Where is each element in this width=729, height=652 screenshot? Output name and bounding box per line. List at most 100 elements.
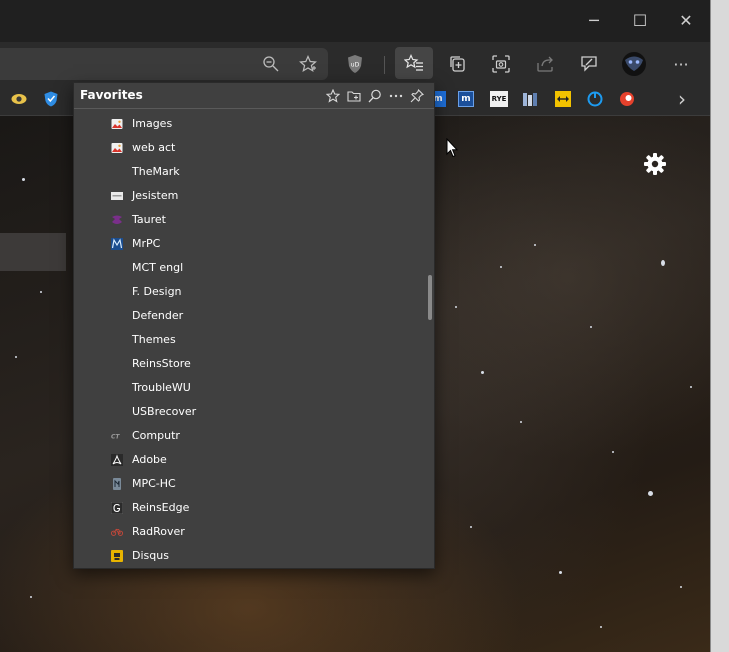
adobe-icon (111, 454, 123, 466)
rye-icon[interactable]: RYE (490, 91, 508, 107)
settings-button[interactable] (643, 152, 667, 176)
favorite-item[interactable]: CT Computr (74, 424, 424, 448)
browser-toolbar: uD ··· (0, 42, 710, 84)
ublock-origin-icon[interactable]: uD (340, 51, 370, 77)
star-dot (534, 244, 536, 246)
star-dot (40, 291, 42, 293)
bike-icon (111, 526, 123, 538)
favorite-label: web act (132, 141, 176, 154)
favorites-bar-next-button[interactable]: › (675, 87, 689, 111)
flyout-title: Favorites (80, 88, 143, 102)
maximize-button[interactable]: ☐ (617, 0, 663, 40)
flyout-header: Favorites (74, 83, 434, 109)
favorite-item[interactable]: F. Design (74, 280, 424, 304)
ublock-label: uD (351, 62, 360, 69)
mrpc-icon (111, 238, 123, 250)
minimize-button[interactable]: ─ (571, 0, 617, 40)
more-options-flyout-button[interactable] (387, 87, 405, 105)
power-circle-icon[interactable] (587, 91, 603, 107)
favorite-item[interactable]: RadRover (74, 520, 424, 544)
rye-label: RYE (491, 95, 507, 103)
favorite-label: Images (132, 117, 173, 130)
favorite-label: TheMark (132, 165, 180, 178)
favorite-item[interactable]: ReinsEdge (74, 496, 424, 520)
favorite-item[interactable]: Jesistem (74, 184, 424, 208)
star-dot (559, 571, 562, 574)
add-page-to-favorites-button[interactable] (324, 87, 342, 105)
favorite-item[interactable]: MrPC (74, 232, 424, 256)
favorite-item[interactable]: Tauret (74, 208, 424, 232)
star-dot (470, 526, 472, 528)
bars-icon[interactable] (522, 91, 538, 107)
computr-icon: CT (111, 430, 123, 442)
favorite-label: Themes (132, 333, 176, 346)
microsoft-icon (111, 262, 123, 274)
minimize-icon: ─ (589, 10, 599, 30)
star-add-icon (326, 89, 340, 103)
zoom-out-icon[interactable] (256, 51, 286, 77)
microsoft-icon (111, 334, 123, 346)
favorite-item[interactable]: Defender (74, 304, 424, 328)
favorites-list: Images web act TheMark Jesistem Tauret M… (74, 112, 424, 568)
favorite-item[interactable]: Disqus (74, 544, 424, 568)
tauret-icon (111, 214, 123, 226)
flyout-scrollbar-thumb[interactable] (428, 275, 432, 320)
eye-extension-icon[interactable] (11, 91, 27, 107)
favorite-item[interactable]: Adobe (74, 448, 424, 472)
collections-icon[interactable] (443, 51, 473, 77)
favorite-item[interactable]: TroubleWU (74, 376, 424, 400)
favorite-label: ReinsStore (132, 357, 191, 370)
chevron-right-icon: › (678, 87, 686, 111)
address-bar[interactable] (0, 48, 328, 80)
favorite-label: Adobe (132, 453, 167, 466)
favorite-item[interactable]: web act (74, 136, 424, 160)
image-icon (111, 118, 123, 130)
yellow-arrows-icon[interactable] (555, 91, 571, 107)
favorite-item[interactable]: MCT engl (74, 256, 424, 280)
g-letter-icon (111, 502, 123, 514)
favorites-star-list-icon (404, 54, 423, 71)
microsoft-icon (111, 358, 123, 370)
shield-extension-icon[interactable] (43, 91, 59, 107)
favorites-button[interactable] (395, 47, 433, 79)
more-options-button[interactable]: ··· (666, 51, 696, 77)
star-dot (690, 386, 692, 388)
feedback-icon[interactable] (574, 51, 604, 77)
star-dot (590, 326, 592, 328)
close-button[interactable]: ✕ (663, 0, 709, 40)
favorite-item[interactable]: Images (74, 112, 424, 136)
search-favorites-button[interactable] (366, 87, 384, 105)
pin-flyout-button[interactable] (408, 87, 426, 105)
favorites-flyout: Favorites Images web act TheMark Jesiste… (73, 82, 435, 569)
favorite-item[interactable]: TheMark (74, 160, 424, 184)
mpc-icon (111, 478, 123, 490)
share-icon[interactable] (530, 51, 560, 77)
screenshot-icon[interactable] (486, 51, 516, 77)
folder-add-icon (347, 91, 361, 102)
favorite-label: MrPC (132, 237, 161, 250)
add-favorite-star-icon[interactable] (293, 51, 323, 77)
ellipsis-icon (389, 94, 403, 98)
microsoft-icon (111, 310, 123, 322)
favorite-item[interactable]: MPC-HC (74, 472, 424, 496)
favorite-label: ReinsEdge (132, 501, 190, 514)
star-dot (661, 260, 665, 266)
red-circle-icon[interactable] (619, 91, 635, 107)
favorite-item[interactable]: Themes (74, 328, 424, 352)
star-dot (612, 451, 614, 453)
favorite-label: Jesistem (132, 189, 179, 202)
star-dot (30, 596, 32, 598)
favorite-label: F. Design (132, 285, 182, 298)
blank-icon (111, 166, 123, 178)
favorite-label: MPC-HC (132, 477, 176, 490)
profile-avatar[interactable] (618, 49, 650, 79)
favorite-item[interactable]: USBrecover (74, 400, 424, 424)
pin-icon (410, 89, 424, 103)
star-dot (520, 421, 522, 423)
m-dark-icon[interactable]: m (458, 91, 474, 107)
favorite-item[interactable]: ReinsStore (74, 352, 424, 376)
add-folder-button[interactable] (345, 87, 363, 105)
star-dot (600, 626, 602, 628)
title-bar: ─ ☐ ✕ (0, 0, 710, 42)
favorite-label: Disqus (132, 549, 169, 562)
